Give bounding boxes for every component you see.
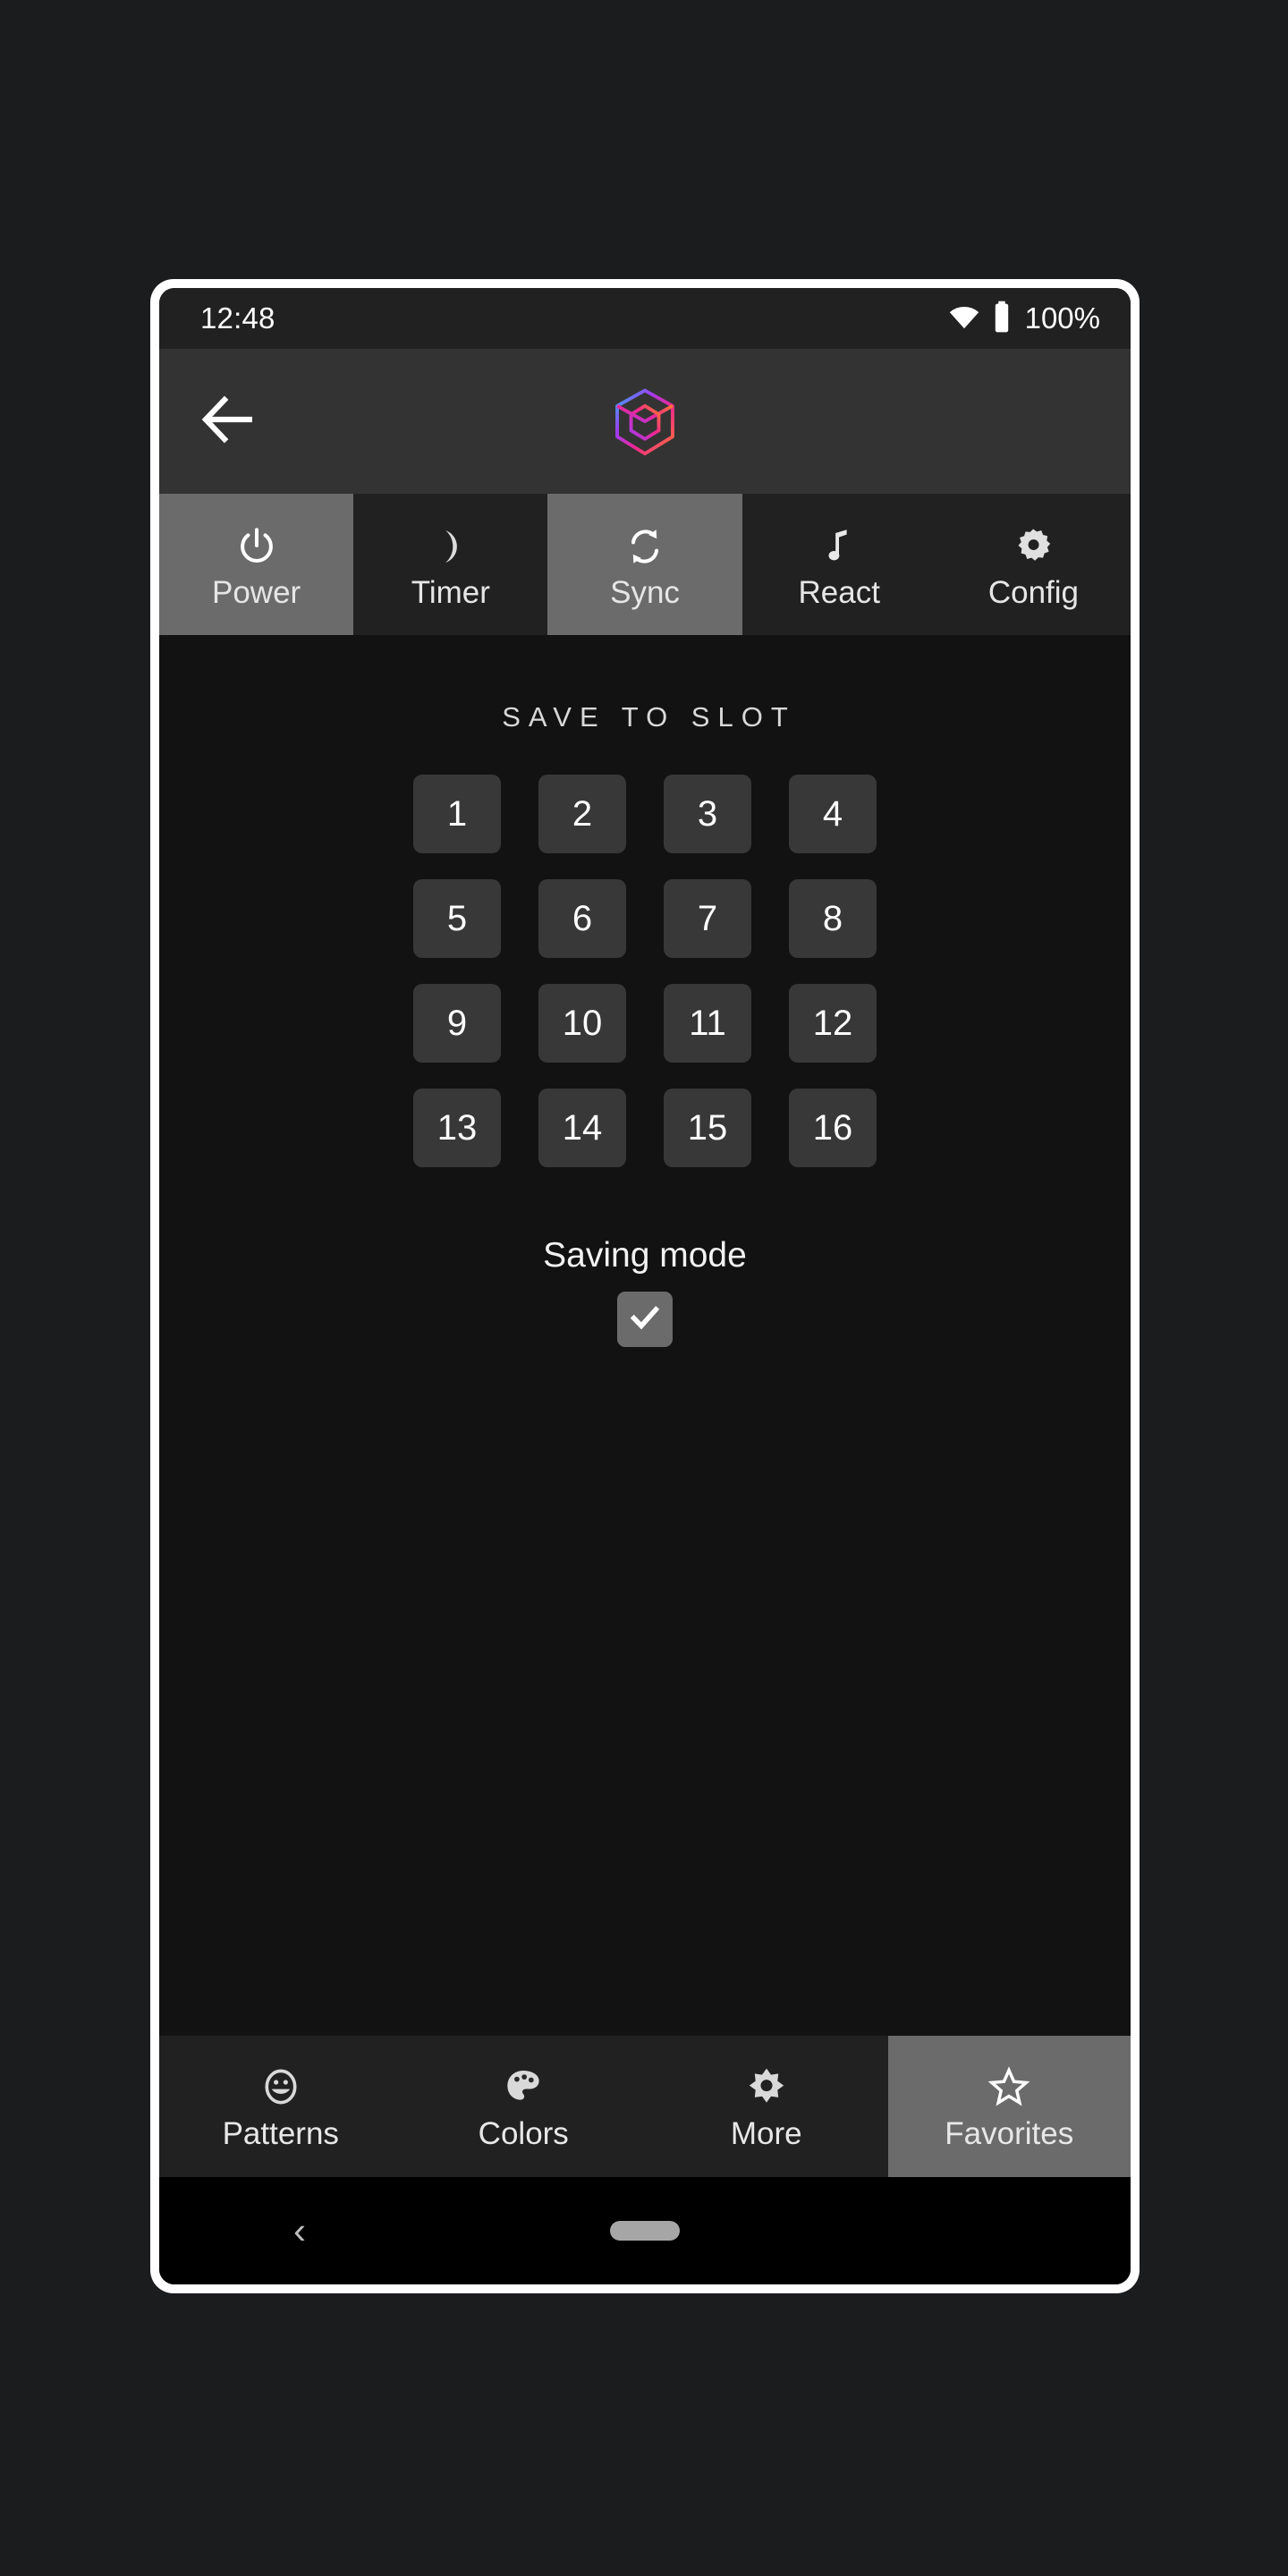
bottom-nav-colors-label: Colors <box>478 2116 569 2151</box>
slot-button-9[interactable]: 9 <box>413 984 501 1063</box>
slot-button-5[interactable]: 5 <box>413 879 501 958</box>
phone-screen: 12:48 100% Power Timer Sync React Config… <box>159 288 1131 2284</box>
slot-button-13[interactable]: 13 <box>413 1089 501 1167</box>
phone-frame: 12:48 100% Power Timer Sync React Config… <box>150 279 1140 2293</box>
palette-icon <box>503 2063 544 2110</box>
battery-full-icon <box>992 301 1012 337</box>
saving-mode-checkbox[interactable] <box>616 1292 673 1347</box>
slot-button-12[interactable]: 12 <box>789 984 877 1063</box>
slot-button-1[interactable]: 1 <box>413 775 501 853</box>
slot-button-3[interactable]: 3 <box>664 775 751 853</box>
checkmark-icon <box>627 1300 663 1340</box>
system-home-pill-icon[interactable] <box>610 2221 680 2241</box>
slot-button-8[interactable]: 8 <box>789 879 877 958</box>
saving-mode-group: Saving mode <box>543 1236 747 1347</box>
tab-config-label: Config <box>987 574 1079 610</box>
back-button[interactable] <box>191 384 267 459</box>
slot-button-2[interactable]: 2 <box>538 775 626 853</box>
power-icon <box>236 521 277 572</box>
moon-icon <box>430 521 471 572</box>
tab-timer-label: Timer <box>411 574 490 610</box>
slot-button-16[interactable]: 16 <box>789 1089 877 1167</box>
sync-icon <box>624 521 665 572</box>
slot-grid: 1 2 3 4 5 6 7 8 9 10 11 12 13 14 15 16 <box>413 775 877 1167</box>
top-tab-bar: Power Timer Sync React Config <box>159 494 1131 635</box>
tab-config[interactable]: Config <box>936 494 1131 635</box>
tab-power-label: Power <box>211 574 301 610</box>
bottom-nav-colors[interactable]: Colors <box>402 2036 645 2177</box>
slot-button-15[interactable]: 15 <box>664 1089 751 1167</box>
slot-button-14[interactable]: 14 <box>538 1089 626 1167</box>
slot-button-11[interactable]: 11 <box>664 984 751 1063</box>
system-back-icon[interactable]: ‹ <box>293 2212 306 2250</box>
smiley-face-icon <box>260 2063 301 2110</box>
status-bar: 12:48 100% <box>159 288 1131 349</box>
slot-button-10[interactable]: 10 <box>538 984 626 1063</box>
wifi-icon <box>948 304 980 334</box>
status-clock: 12:48 <box>200 301 275 335</box>
battery-percent-label: 100% <box>1024 301 1100 335</box>
brightness-icon <box>746 2063 787 2110</box>
bottom-nav-bar: Patterns Colors More Favorites <box>159 2036 1131 2177</box>
tab-sync[interactable]: Sync <box>547 494 742 635</box>
slot-button-7[interactable]: 7 <box>664 879 751 958</box>
star-outline-icon <box>988 2063 1030 2110</box>
status-bar-right-group: 100% <box>948 301 1100 337</box>
main-content: SAVE TO SLOT 1 2 3 4 5 6 7 8 9 10 11 12 … <box>159 635 1131 2036</box>
cube-logo-icon <box>606 383 683 460</box>
tab-timer[interactable]: Timer <box>353 494 548 635</box>
bottom-nav-more-label: More <box>730 2116 802 2151</box>
bottom-nav-favorites[interactable]: Favorites <box>887 2036 1131 2177</box>
gear-icon <box>1013 521 1054 572</box>
tab-react-label: React <box>798 574 880 610</box>
tab-react[interactable]: React <box>741 494 936 635</box>
back-arrow-icon <box>201 395 257 448</box>
slot-button-6[interactable]: 6 <box>538 879 626 958</box>
system-navigation-bar: ‹ <box>159 2177 1131 2284</box>
saving-mode-label: Saving mode <box>543 1236 747 1275</box>
slot-button-4[interactable]: 4 <box>789 775 877 853</box>
bottom-nav-patterns[interactable]: Patterns <box>159 2036 402 2177</box>
app-header <box>159 349 1131 494</box>
bottom-nav-favorites-label: Favorites <box>945 2116 1074 2151</box>
bottom-nav-patterns-label: Patterns <box>222 2116 339 2151</box>
bottom-nav-more[interactable]: More <box>645 2036 888 2177</box>
tab-power[interactable]: Power <box>159 494 354 635</box>
tab-sync-label: Sync <box>610 574 680 610</box>
music-note-icon <box>818 521 860 572</box>
section-title-save-to-slot: SAVE TO SLOT <box>502 701 796 733</box>
